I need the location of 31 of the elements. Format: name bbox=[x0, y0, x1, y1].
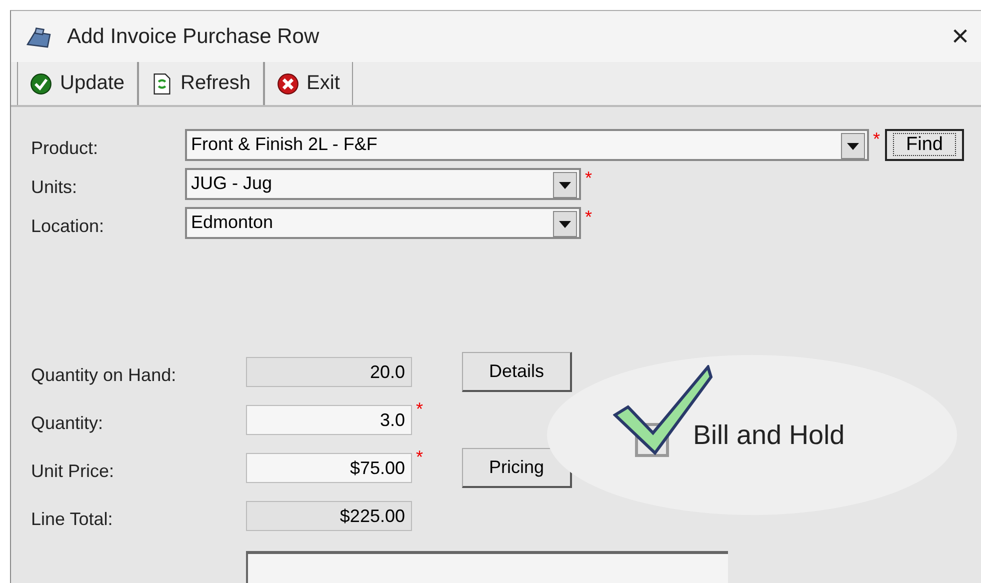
required-asterisk: * bbox=[873, 129, 882, 150]
required-asterisk: * bbox=[416, 399, 424, 420]
find-button[interactable]: Find bbox=[885, 129, 964, 161]
window-title: Add Invoice Purchase Row bbox=[67, 24, 320, 49]
dropdown-field[interactable]: JUG - Jug bbox=[185, 168, 581, 200]
amount-field: $225.00 bbox=[246, 501, 412, 531]
field-label: Units: bbox=[31, 176, 78, 198]
toolbar-button[interactable]: Update bbox=[17, 62, 138, 105]
amount-field: 20.0 bbox=[246, 357, 412, 387]
side-button[interactable]: Pricing bbox=[462, 448, 572, 488]
side-button[interactable]: Details bbox=[462, 352, 572, 392]
toolbar-button[interactable]: Exit bbox=[264, 62, 353, 105]
field-label: Product: bbox=[31, 138, 100, 158]
field-label: Location: bbox=[31, 216, 106, 236]
close-circle-icon bbox=[276, 72, 299, 95]
dropdown-field[interactable]: Front & Finish 2L - F&F bbox=[185, 129, 869, 161]
field-label: Quantity on Hand: bbox=[31, 364, 178, 386]
field-label: Unit Price: bbox=[31, 460, 116, 482]
check-circle-icon bbox=[30, 72, 52, 95]
required-asterisk: * bbox=[585, 168, 594, 189]
amount-field[interactable]: 3.0 bbox=[246, 405, 412, 435]
comments-field[interactable] bbox=[246, 551, 728, 583]
toolbar-button[interactable]: Refresh bbox=[138, 62, 264, 105]
checkbox-label: Bill and Hold bbox=[693, 420, 845, 450]
amount-field[interactable]: $75.00 bbox=[246, 453, 412, 483]
required-asterisk: * bbox=[416, 447, 424, 468]
close-button[interactable]: × bbox=[939, 20, 981, 54]
required-asterisk: * bbox=[585, 207, 594, 228]
field-label: Line Total: bbox=[31, 508, 114, 530]
field-label: Quantity: bbox=[31, 412, 104, 434]
dropdown-field[interactable]: Edmonton bbox=[185, 207, 581, 239]
